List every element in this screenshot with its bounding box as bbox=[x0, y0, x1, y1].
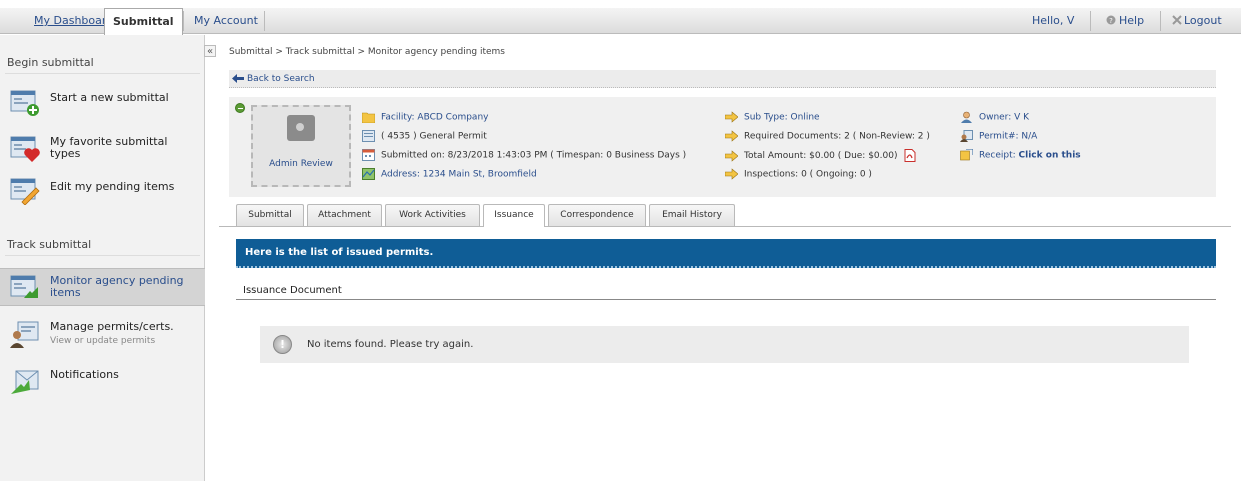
banner-text: Here is the list of issued permits. bbox=[245, 247, 434, 258]
sidebar-item-manage-permits[interactable]: Manage permits/certs. View or update per… bbox=[0, 319, 205, 355]
tab-attachment[interactable]: Attachment bbox=[307, 204, 382, 226]
tab-my-account[interactable]: My Account bbox=[186, 8, 266, 34]
nav-divider bbox=[1090, 11, 1091, 31]
permit-number-text: Permit#: N/A bbox=[979, 131, 1038, 142]
arrow-icon bbox=[725, 168, 738, 180]
section-header: Issuance Document bbox=[243, 285, 342, 296]
edit-pencil-icon bbox=[10, 178, 40, 205]
sub-type-row: Sub Type: Online bbox=[725, 111, 820, 123]
receipt-row: Receipt: Click on this bbox=[960, 149, 1081, 161]
sidebar-item-edit-pending[interactable]: Edit my pending items bbox=[0, 175, 205, 209]
sidebar-item-label: Edit my pending items bbox=[50, 180, 175, 193]
folder-icon bbox=[362, 112, 375, 123]
permit-type-row: ( 4535 ) General Permit bbox=[362, 130, 487, 142]
sidebar-item-notifications[interactable]: Notifications bbox=[0, 365, 205, 399]
favorite-heart-icon bbox=[10, 136, 40, 162]
required-documents-row: Required Documents: 2 ( Non-Review: 2 ) bbox=[725, 130, 930, 142]
document-icon bbox=[362, 130, 375, 142]
track-submittal-title: Track submittal bbox=[7, 238, 92, 251]
logout-label: Logout bbox=[1184, 14, 1222, 27]
top-nav-bar: My Dashboard Submittal My Account Hello,… bbox=[0, 8, 1241, 35]
tab-work-activities[interactable]: Work Activities bbox=[385, 204, 480, 226]
help-link[interactable]: ? Help bbox=[1106, 8, 1144, 34]
back-bar: Back to Search bbox=[229, 70, 1216, 88]
required-documents-text: Required Documents: 2 ( Non-Review: 2 ) bbox=[744, 131, 930, 142]
sidebar-item-label: My favorite submittal types bbox=[50, 135, 168, 160]
back-to-search-link[interactable]: Back to Search bbox=[247, 74, 315, 84]
tab-baseline bbox=[219, 226, 1231, 227]
logout-link[interactable]: Logout bbox=[1172, 8, 1222, 34]
facility-row: Facility: ABCD Company bbox=[362, 111, 488, 123]
tab-issuance[interactable]: Issuance bbox=[483, 204, 545, 227]
safe-icon bbox=[287, 115, 315, 141]
sidebar-item-label: Manage permits/certs. bbox=[50, 320, 174, 333]
tab-email-history[interactable]: Email History bbox=[649, 204, 735, 226]
permit-certificate-icon bbox=[960, 130, 973, 142]
help-icon: ? bbox=[1106, 15, 1116, 25]
empty-message: No items found. Please try again. bbox=[307, 339, 474, 350]
sidebar-item-monitor-pending[interactable]: Monitor agency pending items bbox=[0, 268, 205, 306]
total-amount-row: Total Amount: $0.00 ( Due: $0.00) bbox=[725, 149, 916, 162]
sidebar-item-sublabel: View or update permits bbox=[50, 336, 156, 346]
sidebar-item-favorite-types[interactable]: My favorite submittal types bbox=[0, 131, 205, 167]
user-icon bbox=[961, 111, 972, 123]
arrow-icon bbox=[725, 111, 738, 123]
receipt-link[interactable]: Click on this bbox=[1019, 151, 1081, 161]
logout-icon bbox=[1172, 15, 1182, 25]
notifications-icon bbox=[11, 370, 39, 394]
section-divider bbox=[236, 299, 1216, 300]
info-icon: ! bbox=[273, 335, 292, 354]
submitted-text: Submitted on: 8/23/2018 1:43:03 PM ( Tim… bbox=[381, 150, 687, 161]
sidebar-item-label: Start a new submittal bbox=[50, 91, 169, 104]
owner-row: Owner: V K bbox=[960, 111, 1029, 123]
empty-state: ! No items found. Please try again. bbox=[260, 326, 1189, 363]
address-row: Address: 1234 Main St, Broomfield bbox=[362, 168, 537, 180]
permit-number-row: Permit#: N/A bbox=[960, 130, 1037, 142]
monitor-pending-icon bbox=[10, 275, 38, 298]
back-arrow-icon bbox=[232, 74, 244, 83]
nav-divider bbox=[264, 11, 265, 31]
collapse-status-icon[interactable] bbox=[235, 103, 245, 113]
submitted-row: Submitted on: 8/23/2018 1:43:03 PM ( Tim… bbox=[362, 149, 686, 161]
owner-text: Owner: V K bbox=[979, 112, 1030, 123]
begin-submittal-title: Begin submittal bbox=[7, 56, 94, 69]
manage-permits-icon bbox=[10, 321, 39, 348]
info-banner: Here is the list of issued permits. bbox=[236, 239, 1216, 268]
sub-type-text: Sub Type: Online bbox=[744, 112, 820, 123]
arrow-icon bbox=[725, 149, 738, 162]
sidebar-item-start-new[interactable]: Start a new submittal bbox=[0, 87, 205, 121]
submittal-info-panel: Admin Review Facility: ABCD Company ( 45… bbox=[229, 97, 1216, 197]
permit-type-text: ( 4535 ) General Permit bbox=[381, 131, 487, 142]
breadcrumb: Submittal > Track submittal > Monitor ag… bbox=[229, 47, 505, 57]
calendar-icon bbox=[362, 149, 375, 161]
tab-submittal-details[interactable]: Submittal bbox=[236, 204, 304, 226]
sidebar-item-label: Notifications bbox=[50, 368, 119, 381]
address-text: Address: 1234 Main St, Broomfield bbox=[381, 169, 537, 180]
pdf-icon[interactable] bbox=[904, 149, 916, 162]
sidebar-item-label: Monitor agency pending items bbox=[50, 274, 184, 299]
nav-divider bbox=[1160, 11, 1161, 31]
tab-correspondence[interactable]: Correspondence bbox=[548, 204, 646, 226]
help-label: Help bbox=[1119, 14, 1145, 27]
svg-text:?: ? bbox=[1109, 17, 1113, 25]
receipt-icon bbox=[960, 149, 973, 161]
tab-submittal[interactable]: Submittal bbox=[104, 8, 183, 35]
status-label: Admin Review bbox=[269, 159, 333, 169]
inspections-text: Inspections: 0 ( Ongoing: 0 ) bbox=[744, 169, 872, 180]
sidebar: Begin submittal Start a new submittal My… bbox=[0, 35, 205, 481]
status-stamp: Admin Review bbox=[251, 105, 351, 187]
collapse-sidebar-button[interactable]: « bbox=[204, 45, 216, 57]
inspections-row: Inspections: 0 ( Ongoing: 0 ) bbox=[725, 168, 872, 180]
facility-text[interactable]: Facility: ABCD Company bbox=[381, 113, 488, 123]
greeting-text: Hello, V bbox=[1032, 14, 1075, 27]
new-document-icon bbox=[10, 90, 39, 116]
section-divider bbox=[5, 255, 200, 256]
section-divider bbox=[5, 73, 200, 74]
total-amount-text: Total Amount: $0.00 ( Due: $0.00) bbox=[744, 151, 898, 161]
nav-divider bbox=[183, 11, 184, 31]
receipt-label: Receipt: bbox=[979, 150, 1016, 161]
map-icon bbox=[362, 168, 375, 180]
arrow-icon bbox=[725, 130, 738, 142]
